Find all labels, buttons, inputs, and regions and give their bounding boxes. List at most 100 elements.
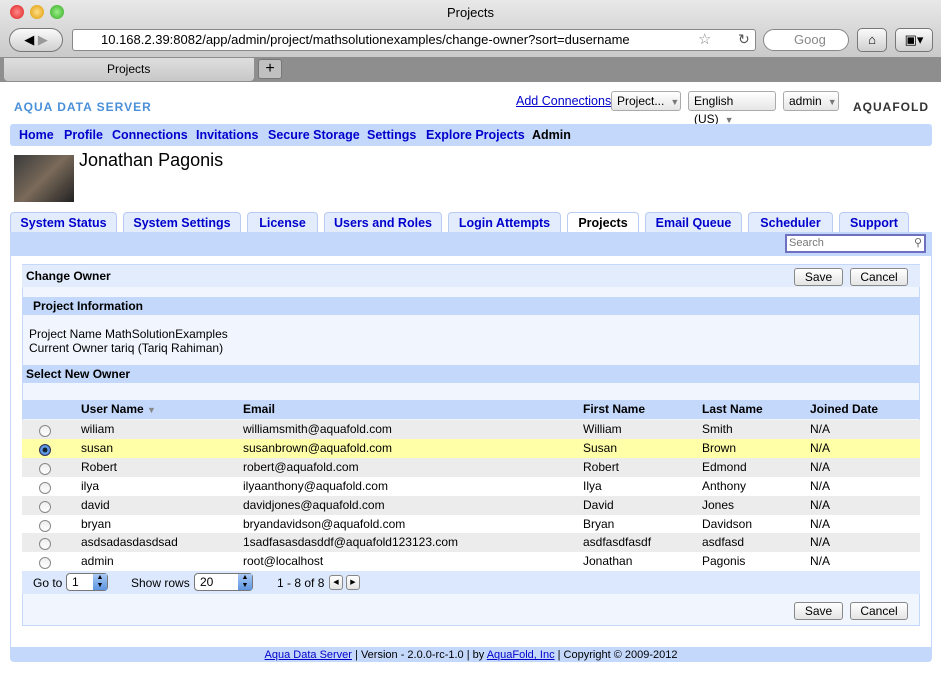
- table-row[interactable]: bryan bryandavidson@aquafold.com Bryan Davi…: [22, 514, 920, 534]
- cell-user-name: admin: [81, 554, 114, 569]
- bookmarks-button[interactable]: ▣▾: [895, 28, 933, 52]
- table-row[interactable]: susan susanbrown@aquafold.com Susan Brown N/…: [22, 438, 920, 458]
- tab-support[interactable]: Support: [839, 212, 909, 233]
- cancel-button[interactable]: Cancel: [850, 268, 908, 286]
- tab-system-settings[interactable]: System Settings: [123, 212, 241, 233]
- bookmark-star-icon[interactable]: ☆: [698, 30, 711, 48]
- web-search-input[interactable]: Goog: [763, 29, 849, 51]
- column-last-name[interactable]: Last Name: [702, 400, 763, 419]
- new-tab-button[interactable]: +: [258, 59, 282, 79]
- aqua-data-server-link[interactable]: Aqua Data Server: [265, 649, 352, 661]
- avatar: [14, 155, 74, 202]
- nav-home[interactable]: Home: [19, 128, 54, 142]
- cell-joined-date: N/A: [810, 554, 831, 569]
- show-rows-select[interactable]: 20 ▲ ▼: [194, 573, 253, 591]
- cell-email: ilyaanthony@aquafold.com: [243, 478, 388, 493]
- cell-user-name: Robert: [81, 459, 118, 474]
- tab-users-and-roles[interactable]: Users and Roles: [324, 212, 442, 233]
- cell-last-name: Anthony: [702, 478, 747, 493]
- tab-system-status[interactable]: System Status: [10, 212, 117, 233]
- goto-value: 1: [72, 575, 79, 589]
- select-owner-radio[interactable]: [39, 557, 51, 570]
- table-row[interactable]: asdsadasdasdsad 1sadfasasdasddf@aquafold1…: [22, 533, 920, 553]
- prev-page-button[interactable]: ◀: [329, 575, 343, 590]
- cell-user-name: david: [81, 497, 110, 512]
- cell-user-name: susan: [81, 440, 114, 455]
- user-name: Jonathan Pagonis: [79, 150, 224, 170]
- chevron-down-icon: ▼: [670, 97, 680, 107]
- browser-tab[interactable]: Projects: [4, 58, 254, 81]
- tab-email-queue[interactable]: Email Queue: [645, 212, 742, 233]
- sort-desc-icon: ▼: [147, 405, 156, 415]
- select-owner-radio[interactable]: [39, 462, 51, 475]
- tab-scheduler[interactable]: Scheduler: [748, 212, 833, 233]
- home-button[interactable]: ⌂: [857, 28, 887, 52]
- cell-last-name: Pagonis: [702, 554, 746, 569]
- tab-license[interactable]: License: [247, 212, 318, 233]
- user-select[interactable]: admin ▼: [783, 91, 839, 111]
- cell-email: williamsmith@aquafold.com: [243, 422, 392, 436]
- save-button[interactable]: Save: [794, 268, 843, 286]
- url-bar[interactable]: 10.168.2.39:8082/app/admin/project/maths…: [72, 29, 756, 51]
- cell-user-name: ilya: [81, 478, 100, 493]
- table-header: User Name ▼ Email First Name Last Name J…: [22, 400, 920, 419]
- back-forward-buttons[interactable]: ◀ ▶: [9, 28, 63, 52]
- cell-joined-date: N/A: [810, 497, 831, 512]
- nav-profile[interactable]: Profile: [64, 128, 103, 142]
- table-row[interactable]: wiliam williamsmith@aquafold.com William Sm…: [22, 420, 920, 439]
- nav-settings[interactable]: Settings: [367, 128, 416, 142]
- nav-secure-storage[interactable]: Secure Storage: [268, 128, 360, 142]
- select-owner-radio[interactable]: [39, 443, 51, 456]
- cell-user-name: wiliam: [81, 422, 115, 436]
- current-owner: Current Owner tariq (Tariq Rahiman): [29, 341, 224, 355]
- save-button-bottom[interactable]: Save: [794, 602, 843, 620]
- copyright-text: | Copyright © 2009-2012: [557, 649, 678, 661]
- select-owner-radio[interactable]: [39, 481, 51, 494]
- column-joined-date[interactable]: Joined Date: [810, 400, 878, 419]
- tab-login-attempts[interactable]: Login Attempts: [448, 212, 561, 233]
- logo-text: AQUAFOLD: [853, 100, 929, 114]
- goto-page-select[interactable]: 1 ▲ ▼: [66, 573, 108, 591]
- cell-joined-date: N/A: [810, 440, 831, 455]
- main-nav: Home Profile Connections Invitations Sec…: [10, 124, 932, 146]
- version-text: | Version - 2.0.0-rc-1.0 | by: [355, 649, 485, 661]
- language-select[interactable]: English (US) ▼: [688, 91, 776, 126]
- chevron-left-icon: ◀: [333, 579, 339, 586]
- project-select[interactable]: Project... ▼: [611, 91, 681, 111]
- nav-admin[interactable]: Admin: [532, 128, 571, 142]
- cell-user-name: bryan: [81, 516, 112, 531]
- cell-first-name: Ilya: [583, 478, 602, 493]
- nav-invitations[interactable]: Invitations: [196, 128, 259, 142]
- next-page-button[interactable]: ▶: [346, 575, 360, 590]
- search-input[interactable]: Search ⚲: [785, 234, 926, 253]
- table-row[interactable]: ilya ilyaanthony@aquafold.com Ilya Anthony N…: [22, 476, 920, 496]
- cell-first-name: David: [583, 497, 614, 512]
- cell-last-name: Davidson: [702, 516, 753, 531]
- aquafold-link[interactable]: AquaFold, Inc: [487, 649, 555, 661]
- chevron-right-icon: ▶: [350, 579, 356, 586]
- back-icon[interactable]: ◀: [24, 32, 34, 47]
- table-row[interactable]: Robert robert@aquafold.com Robert Edmond N/A: [22, 457, 920, 477]
- column-user-name[interactable]: User Name ▼: [81, 400, 156, 420]
- cancel-button-bottom[interactable]: Cancel: [850, 602, 908, 620]
- select-owner-radio[interactable]: [39, 519, 51, 532]
- select-owner-radio[interactable]: [39, 425, 51, 437]
- cell-email: 1sadfasasdasddf@aquafold123123.com: [243, 535, 459, 550]
- search-placeholder: Search: [789, 237, 824, 249]
- footer: Aqua Data Server | Version - 2.0.0-rc-1.…: [10, 648, 932, 662]
- forward-icon[interactable]: ▶: [38, 32, 48, 47]
- column-email[interactable]: Email: [243, 400, 275, 419]
- pager-range: 1 - 8 of 8: [277, 576, 325, 590]
- table-row[interactable]: david davidjones@aquafold.com David Jones N/…: [22, 495, 920, 515]
- nav-explore-projects[interactable]: Explore Projects: [426, 128, 525, 142]
- nav-connections[interactable]: Connections: [112, 128, 188, 142]
- select-owner-radio[interactable]: [39, 538, 51, 551]
- select-owner-radio[interactable]: [39, 500, 51, 513]
- table-row[interactable]: admin root@localhost Jonathan Pagonis N/A: [22, 552, 920, 572]
- search-icon[interactable]: ⚲: [914, 236, 922, 251]
- tab-projects[interactable]: Projects: [567, 212, 639, 233]
- change-owner-header: Change Owner: [22, 265, 920, 287]
- reload-icon[interactable]: ↻: [738, 31, 750, 48]
- add-connections-link[interactable]: Add Connections: [516, 94, 611, 108]
- column-first-name[interactable]: First Name: [583, 400, 645, 419]
